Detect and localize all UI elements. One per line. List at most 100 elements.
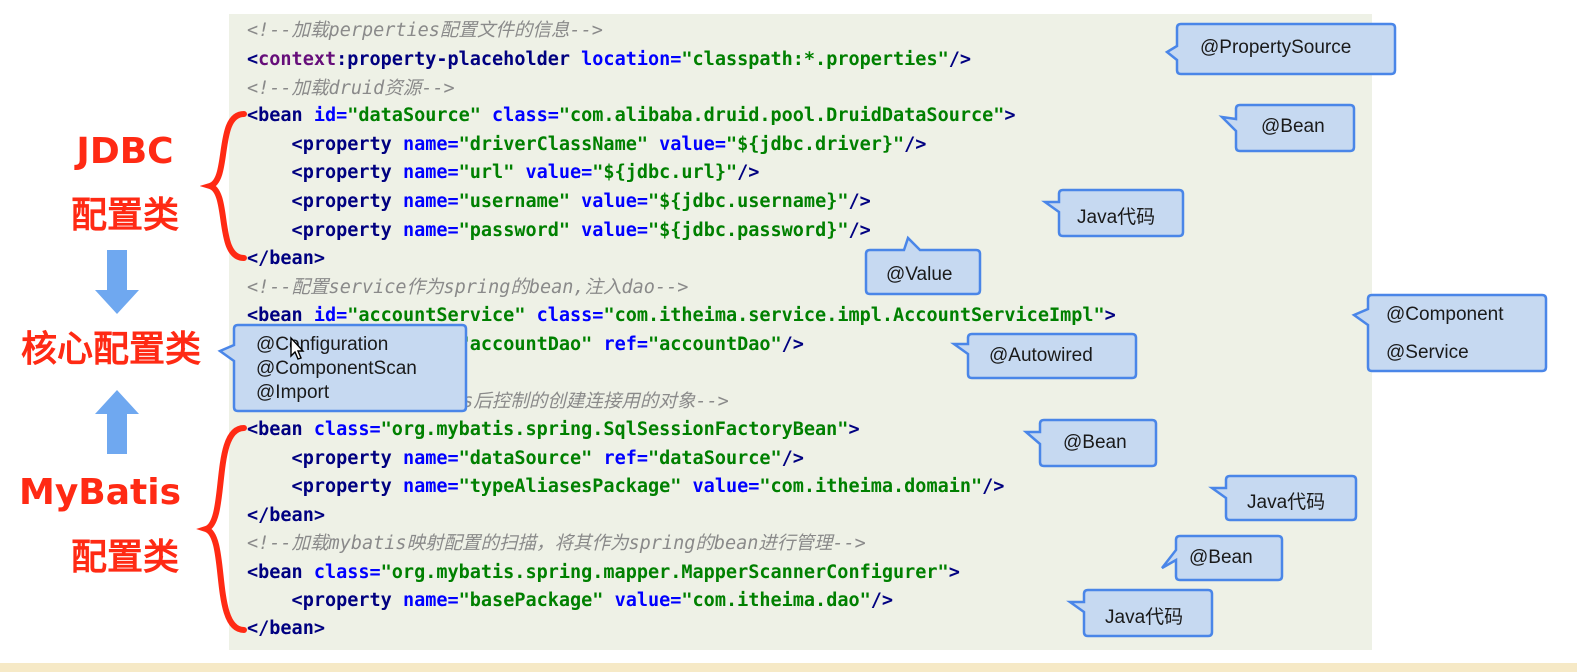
code-token: /> <box>781 334 804 355</box>
code-token: "username" <box>458 191 582 212</box>
mouse-cursor-icon <box>290 336 305 360</box>
code-line: <!--配置service作为spring的bean,注入dao--> <box>247 274 688 302</box>
code-token: class= <box>313 419 381 440</box>
code-token: value= <box>581 191 648 212</box>
code-line: <!--加载mybatis映射配置的扫描，将其作为spring的bean进行管理… <box>247 530 866 558</box>
code-token: <property <box>247 590 403 611</box>
code-token: <bean <box>247 419 314 440</box>
code-line: <property name="url" value="${jdbc.url}"… <box>247 159 760 187</box>
code-line: </bean> <box>247 245 325 273</box>
code-line: <bean id="dataSource" class="com.alibaba… <box>247 102 1016 130</box>
code-token: "${jdbc.username}" <box>648 191 849 212</box>
code-token: <bean <box>247 562 314 583</box>
code-token: > <box>1104 305 1116 326</box>
code-token: class= <box>492 105 559 126</box>
code-token: "password" <box>458 220 582 241</box>
code-line: <property name="driverClassName" value="… <box>247 131 927 159</box>
code-token: <property <box>247 134 403 155</box>
code-token: "accountDao" <box>458 334 604 355</box>
callout-component-scan-text: @ComponentScan <box>256 358 417 379</box>
code-token: /> <box>904 134 927 155</box>
code-token: value= <box>614 590 682 611</box>
code-token: :property-placeholder <box>336 49 582 70</box>
code-line: <context:property-placeholder location="… <box>247 46 971 74</box>
code-line: <property name="dataSource" ref="dataSou… <box>247 445 804 473</box>
code-token: name= <box>402 162 459 183</box>
code-line: <property name="basePackage" value="com.… <box>247 587 894 615</box>
code-line: </bean> <box>247 502 325 530</box>
code-token: <!--加载perperties配置文件的信息--> <box>247 20 603 41</box>
code-token: name= <box>402 448 459 469</box>
code-token: <!--加载mybatis映射配置的扫描，将其作为spring的bean进行管理… <box>247 533 866 554</box>
code-token: "dataSource" <box>458 448 604 469</box>
code-token: name= <box>402 476 459 497</box>
code-token: "${jdbc.url}" <box>592 162 738 183</box>
bottom-bar <box>0 663 1577 672</box>
code-line: </bean> <box>247 615 325 643</box>
callout-configuration-text: @Configuration <box>256 334 389 355</box>
code-token: "${jdbc.driver}" <box>725 134 905 155</box>
code-token: "driverClassName" <box>458 134 660 155</box>
code-token: "com.alibaba.druid.pool.DruidDataSource" <box>558 105 1005 126</box>
code-token: location= <box>581 49 682 70</box>
code-token: <!--加载druid资源--> <box>247 78 455 99</box>
code-token: "org.mybatis.spring.mapper.MapperScanner… <box>380 562 949 583</box>
code-token: > <box>848 419 860 440</box>
code-token: name= <box>402 134 459 155</box>
jdbc-brace <box>200 111 247 261</box>
arrow-up-icon <box>95 390 139 454</box>
code-token: "dataSource" <box>648 448 782 469</box>
code-token: "com.itheima.domain" <box>759 476 983 497</box>
code-token: <!--配置service作为spring的bean,注入dao--> <box>247 277 689 298</box>
code-token: <bean <box>247 105 314 126</box>
callout-java-code-basepackage-text: Java代码 <box>1105 607 1184 628</box>
code-token: > <box>1004 105 1016 126</box>
code-token: /> <box>781 448 804 469</box>
code-token: context <box>258 49 337 70</box>
callout-component-text: @Component <box>1386 304 1504 325</box>
code-token: value= <box>659 134 726 155</box>
code-line: <property name="username" value="${jdbc.… <box>247 188 871 216</box>
code-token: "typeAliasesPackage" <box>458 476 693 497</box>
core-config-label: 核心配置类 <box>20 329 201 370</box>
code-line: <property name="password" value="${jdbc.… <box>247 217 871 245</box>
code-token: id= <box>313 105 348 126</box>
code-token: </bean> <box>247 618 325 639</box>
code-token: "basePackage" <box>458 590 615 611</box>
callout-java-code-jdbc-text: Java代码 <box>1077 207 1156 228</box>
mybatis-subtitle: 配置类 <box>70 537 179 578</box>
code-token: "dataSource" <box>347 105 493 126</box>
code-token: class= <box>536 305 604 326</box>
callout-service-text: @Service <box>1386 342 1469 363</box>
code-token: <property <box>247 220 403 241</box>
code-line: <bean class="org.mybatis.spring.mapper.M… <box>247 559 960 587</box>
mybatis-brace <box>196 425 247 633</box>
code-token: value= <box>692 476 760 497</box>
code-token: ref= <box>603 448 648 469</box>
code-token: /> <box>982 476 1005 497</box>
code-token: <property <box>247 162 403 183</box>
code-token: </bean> <box>247 505 325 526</box>
code-line: <!--加载druid资源--> <box>247 75 455 103</box>
code-token: "com.itheima.service.impl.AccountService… <box>603 305 1105 326</box>
callout-bean-datasource-text: @Bean <box>1261 116 1325 137</box>
code-token: "${jdbc.password}" <box>648 220 849 241</box>
code-token: name= <box>402 220 459 241</box>
code-token: "classpath:*.properties" <box>681 49 949 70</box>
callout-value-text: @Value <box>886 264 953 285</box>
code-token: < <box>247 49 259 70</box>
callout-import-text: @Import <box>256 382 330 403</box>
mybatis-title: MyBatis <box>19 472 181 513</box>
jdbc-subtitle: 配置类 <box>70 195 179 236</box>
code-token: > <box>948 562 960 583</box>
code-token: "url" <box>458 162 526 183</box>
code-token: value= <box>525 162 593 183</box>
code-token: value= <box>581 220 648 241</box>
code-token: /> <box>737 162 760 183</box>
callout-java-code-aliases-text: Java代码 <box>1247 492 1326 513</box>
code-token: class= <box>313 562 381 583</box>
arrow-down-icon <box>95 250 139 314</box>
code-line: <property name="typeAliasesPackage" valu… <box>247 473 1005 501</box>
code-token: /> <box>948 49 971 70</box>
callout-bean-sqlsession-text: @Bean <box>1063 432 1127 453</box>
